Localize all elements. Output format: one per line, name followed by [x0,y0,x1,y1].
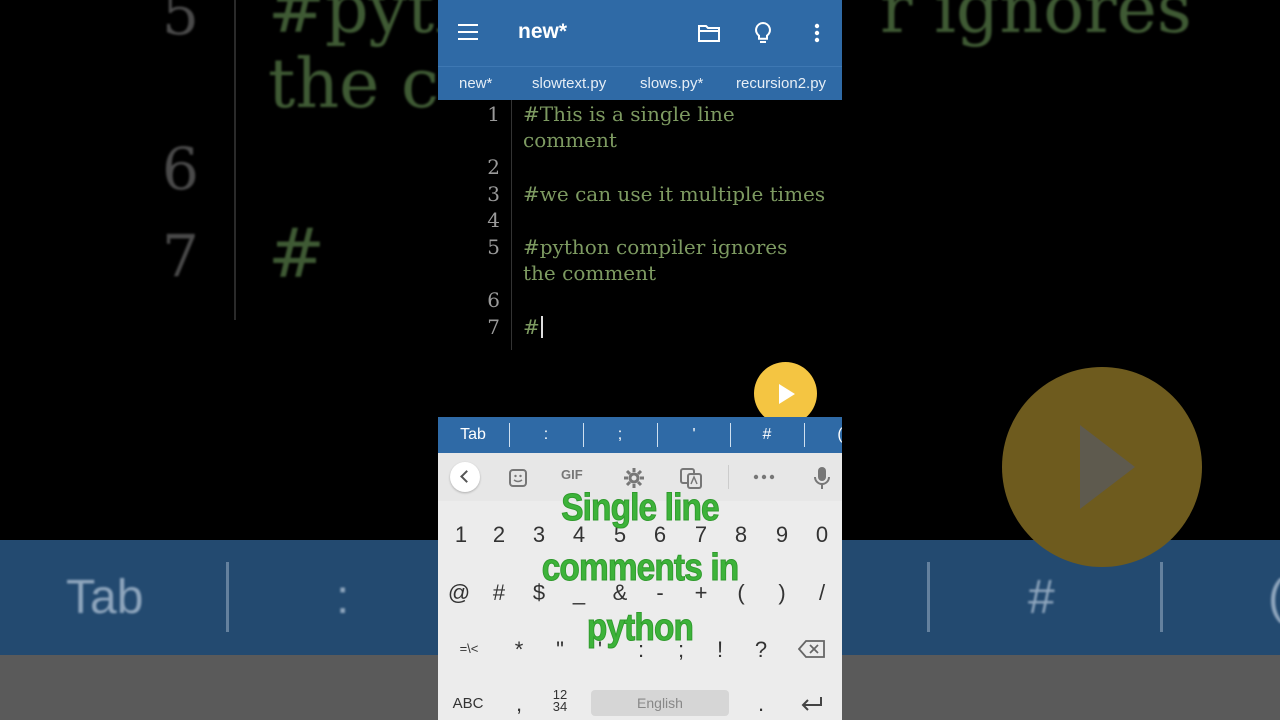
bg-separator [226,562,229,632]
code-line-active: # [523,315,543,339]
bg-symbol: # [1028,571,1055,624]
line-number: 2 [487,155,500,179]
lightbulb-icon[interactable] [750,20,776,46]
bg-code-text: r ignores [880,0,1192,49]
file-tabs: new* slowtext.py slows.py* recursion2.py [438,66,842,101]
bg-line-number: 6 [162,135,199,203]
bg-run-button [1002,367,1202,567]
symbol-key-semicolon[interactable]: ; [608,426,632,444]
symbol-key-quote[interactable]: ' [682,426,706,444]
bg-symbol: : [336,571,350,624]
app-bar: new* [438,0,842,66]
code-line: #This is a single line [523,102,735,126]
symbol-key-tab[interactable]: Tab [452,426,494,444]
play-icon [779,384,795,404]
line-number: 1 [487,102,500,126]
text-cursor [540,316,543,338]
symbol-separator [583,423,584,447]
bg-code-text: # [268,215,325,294]
menu-icon[interactable] [458,24,478,40]
symbol-separator [730,423,731,447]
enter-icon[interactable] [800,696,824,712]
spacebar[interactable]: English [591,690,729,716]
tab-slows[interactable]: slows.py* [640,75,703,92]
line-number: 4 [487,208,500,232]
code-line: comment [523,128,617,152]
caption-line: Single line [561,487,720,530]
symbol-separator [657,423,658,447]
more-options-icon[interactable] [804,20,830,46]
run-button[interactable] [754,362,817,425]
folder-icon[interactable] [696,20,722,46]
gutter-divider [511,100,512,350]
caption-line: comments in [541,547,739,590]
symbol-key-colon[interactable]: : [534,426,558,444]
line-number: 7 [487,315,500,339]
bg-line-number: 5 [162,0,199,48]
code-line: #we can use it multiple times [523,182,826,206]
bg-symbol: Tab [66,571,144,624]
symbol-key-paren[interactable]: ( [834,426,842,444]
code-line: #python compiler ignores [523,235,788,259]
key-abc[interactable]: ABC [452,695,484,712]
video-caption: Single line comments in python [462,478,818,658]
line-number: 3 [487,182,500,206]
line-number: 6 [487,288,500,312]
bg-line-number: 7 [162,222,199,290]
bg-symbol: ( [1268,570,1280,625]
caption-line: python [586,607,694,650]
key-numpad[interactable]: 12 34 [545,688,575,713]
bg-separator [1160,562,1163,632]
file-title: new* [518,20,568,43]
tab-slowtext[interactable]: slowtext.py [532,75,606,92]
symbol-bar: Tab : ; ' # ( [438,417,842,453]
key-period[interactable]: . [746,691,776,717]
tab-recursion2[interactable]: recursion2.py [736,75,826,92]
code-text: # [523,315,540,339]
code-line: the comment [523,261,657,285]
tab-new[interactable]: new* [459,75,492,92]
symbol-separator [804,423,805,447]
symbol-separator [509,423,510,447]
bg-separator [927,562,930,632]
key-comma[interactable]: , [504,691,534,717]
bg-gutter [234,0,236,320]
symbol-key-hash[interactable]: # [755,426,779,444]
line-number: 5 [487,235,500,259]
